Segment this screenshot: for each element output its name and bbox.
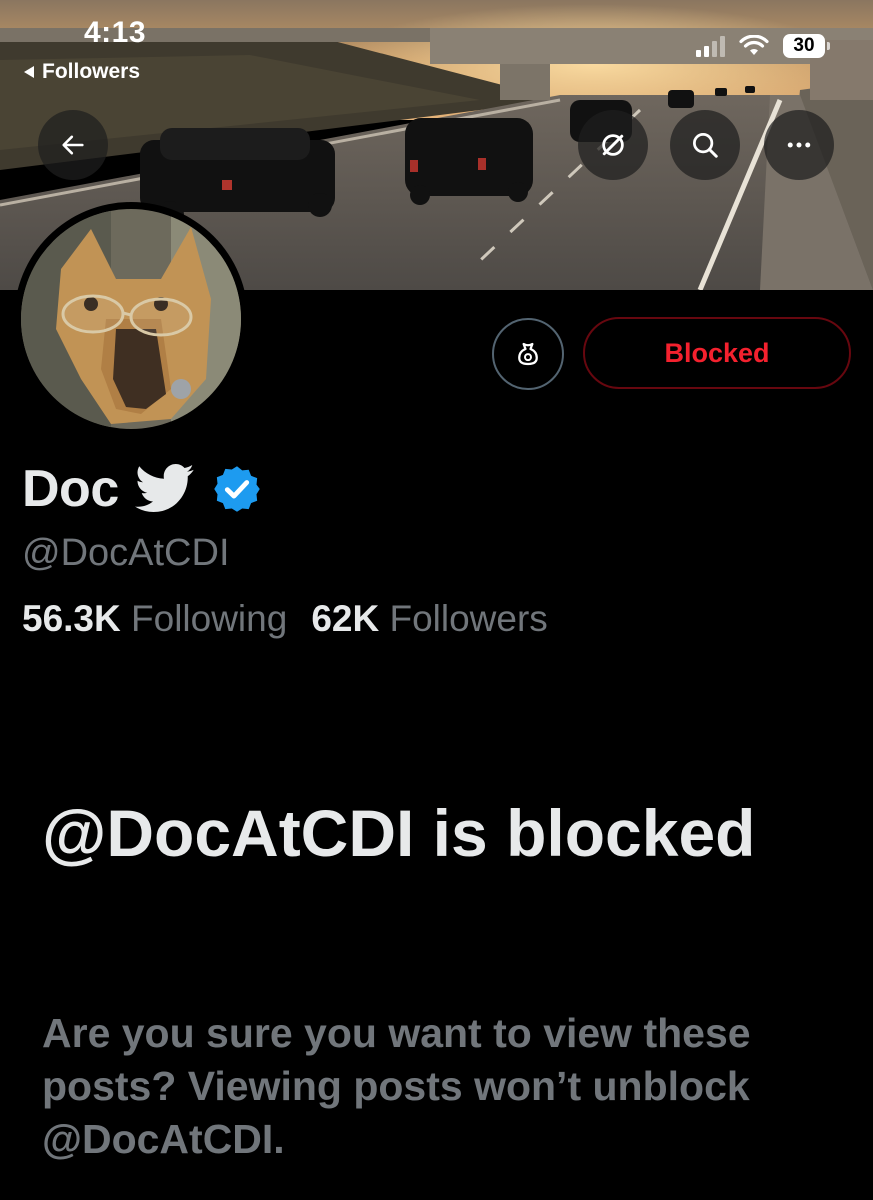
following-label: Following (131, 598, 288, 639)
status-back-to-followers[interactable]: Followers (24, 60, 140, 84)
status-indicators: 30 (696, 34, 830, 58)
bell-icon (518, 342, 538, 366)
twitter-bird-icon (134, 464, 194, 512)
back-triangle-icon (24, 66, 34, 78)
battery-indicator: 30 (783, 34, 830, 58)
grok-button[interactable] (578, 110, 648, 180)
more-options-button[interactable] (764, 110, 834, 180)
grok-icon (602, 134, 624, 156)
following-count: 56.3K (22, 598, 121, 639)
followers-count: 62K (311, 598, 380, 639)
profile-avatar[interactable] (14, 202, 248, 436)
blocked-button[interactable]: Blocked (583, 317, 851, 389)
avatar-dog-image (21, 209, 241, 429)
profile-name: Doc (22, 460, 119, 518)
profile-name-row: Doc (22, 455, 263, 523)
verified-badge-icon (214, 466, 260, 512)
blocked-notice-title: @DocAtCDI is blocked (42, 796, 756, 870)
profile-handle: @DocAtCDI (22, 532, 230, 574)
status-back-label: Followers (42, 60, 141, 83)
search-button[interactable] (670, 110, 740, 180)
search-icon (693, 133, 718, 158)
followers-stat[interactable]: 62K Followers (311, 598, 548, 640)
wifi-icon (739, 35, 769, 55)
blocked-notice-description: Are you sure you want to view these post… (42, 1010, 751, 1162)
followers-label: Followers (389, 598, 548, 639)
more-horizontal-icon (787, 142, 811, 148)
back-button[interactable] (38, 110, 108, 180)
profile-stats: 56.3K Following 62K Followers (22, 598, 548, 640)
cellular-signal-icon (696, 35, 725, 57)
status-time: 4:13 (84, 16, 147, 49)
notifications-button[interactable] (492, 318, 564, 390)
arrow-left-icon (62, 135, 84, 155)
following-stat[interactable]: 56.3K Following (22, 598, 287, 640)
